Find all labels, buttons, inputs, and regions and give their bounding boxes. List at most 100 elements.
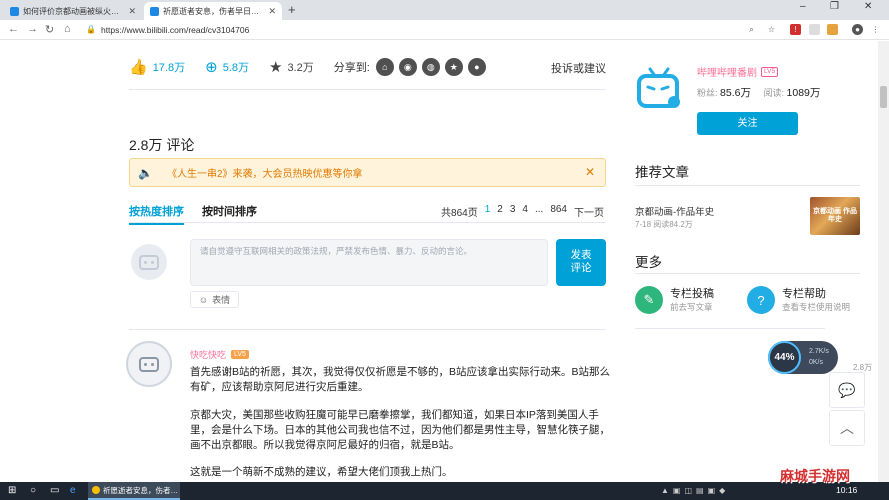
reload-icon[interactable]: ↻: [45, 23, 54, 36]
new-tab-button[interactable]: +: [288, 2, 296, 17]
like-button[interactable]: 👍 17.8万: [129, 58, 185, 76]
edge-icon[interactable]: e: [70, 485, 76, 496]
divider: [635, 185, 860, 186]
share-dynamic-icon[interactable]: ⌂: [375, 58, 394, 76]
pencil-icon: ✎: [635, 286, 663, 314]
up-stats: 粉丝: 85.6万 阅读: 1089万: [697, 85, 830, 100]
divider: [635, 328, 825, 329]
more-heading: 更多: [635, 255, 662, 270]
page-link[interactable]: 4: [522, 204, 528, 219]
follow-button[interactable]: 关注: [697, 112, 798, 135]
emoji-button[interactable]: ☺ 表情: [190, 291, 239, 308]
close-tab-icon[interactable]: ✕: [268, 6, 276, 17]
comment-sort-tabs: 按热度排序 按时间排序 共864页 1 2 3 4 ... 864 下一页: [129, 203, 606, 225]
page-link[interactable]: 1: [485, 204, 491, 219]
maximize-button[interactable]: ❐: [830, 1, 839, 12]
coin-button[interactable]: ⊕ 5.8万: [205, 58, 249, 76]
browser-toolbar: ← → ↻ ⌂ 🔒 https://www.bilibili.com/read/…: [0, 20, 889, 40]
browser-tab-active[interactable]: 祈愿逝者安息，伤者早日康复 - 哔… ✕: [144, 2, 282, 20]
page-link[interactable]: 3: [510, 204, 516, 219]
comment-input[interactable]: 请自觉遵守互联网相关的政策法规，严禁发布色情、暴力、反动的言论。: [190, 239, 548, 286]
like-count: 17.8万: [152, 62, 186, 74]
page-link[interactable]: 864: [550, 204, 567, 219]
tv-icon: [139, 254, 159, 270]
comment-icon: 💬: [838, 381, 856, 398]
send-comment-button[interactable]: 发表 评论: [556, 239, 606, 286]
page-link[interactable]: 2: [497, 204, 503, 219]
page-scrollbar[interactable]: [878, 41, 889, 482]
bookmark-star-icon[interactable]: ☆: [766, 24, 777, 35]
commenter-name[interactable]: 快吃快吃 LV5: [190, 348, 249, 361]
rec-article-meta: 7-18 阅读84.2万: [635, 220, 693, 229]
home-icon[interactable]: ⌂: [64, 23, 71, 35]
browser-tab-inactive[interactable]: 如何评价京都动画被纵火后B站出… ✕: [4, 2, 142, 20]
complaint-link[interactable]: 投诉或建议: [551, 60, 606, 76]
menu-icon[interactable]: ⋮: [870, 24, 881, 35]
speaker-icon: 🔈: [138, 165, 153, 180]
favorite-button[interactable]: ★ 3.2万: [269, 58, 314, 76]
windows-start-icon[interactable]: ⊞: [8, 485, 16, 496]
url-text: https://www.bilibili.com/read/cv3104706: [100, 24, 250, 35]
address-bar[interactable]: 🔒 https://www.bilibili.com/read/cv310470…: [86, 22, 736, 37]
back-to-top-button[interactable]: ︿: [829, 410, 865, 446]
commenter-avatar[interactable]: [126, 341, 172, 387]
profile-icon[interactable]: ●: [852, 24, 863, 35]
share-qq-icon[interactable]: ●: [467, 58, 486, 76]
windows-taskbar: ⊞ ○ ▭ e 祈愿逝者安息，伤者… ▲▣◫▤▣◆ 10:16: [0, 482, 889, 500]
recommend-heading: 推荐文章: [635, 165, 689, 180]
comment-float-button[interactable]: 💬: [829, 372, 865, 408]
extension-icon[interactable]: !: [790, 24, 801, 35]
notice-text[interactable]: 《人生一串2》来袭，大会员热映优惠等你拿: [167, 165, 363, 180]
chevron-up-icon: ︿: [840, 420, 854, 436]
total-pages: 共864页: [441, 208, 478, 219]
clock[interactable]: 10:16: [836, 485, 857, 495]
notice-banner[interactable]: 🔈 《人生一串2》来袭，大会员热映优惠等你拿 ✕: [129, 158, 606, 187]
submit-article-link[interactable]: ✎ 专栏投稿 前去写文章: [635, 286, 714, 314]
help-link[interactable]: ? 专栏帮助 查看专栏使用说明: [747, 286, 850, 314]
chrome-icon: [92, 486, 100, 494]
forward-icon[interactable]: →: [27, 23, 38, 35]
extension-icon[interactable]: [809, 24, 820, 35]
reads-label: 阅读:: [763, 88, 784, 98]
close-tab-icon[interactable]: ✕: [128, 6, 136, 17]
coin-count: 5.8万: [222, 62, 249, 74]
close-window-button[interactable]: ✕: [864, 1, 872, 12]
tab-title: 如何评价京都动画被纵火后B站出…: [23, 6, 125, 16]
rec-article-title[interactable]: 京都动画-作品年史: [635, 204, 714, 218]
task-label: 祈愿逝者安息，伤者…: [103, 485, 178, 495]
share-wechat-icon[interactable]: ◍: [421, 58, 440, 76]
next-page-link[interactable]: 下一页: [574, 204, 604, 219]
up-name[interactable]: 哔哩哔哩番剧 LV5: [697, 64, 779, 79]
minimize-button[interactable]: –: [800, 1, 806, 12]
back-icon[interactable]: ←: [8, 23, 19, 35]
browser-tab-strip: 如何评价京都动画被纵火后B站出… ✕ 祈愿逝者安息，伤者早日康复 - 哔… ✕ …: [0, 0, 889, 20]
divider: [129, 89, 606, 90]
share-qzone-icon[interactable]: ★: [444, 58, 463, 76]
send-label: 评论: [570, 262, 592, 274]
zoom-icon[interactable]: ⌕: [746, 24, 757, 35]
speed-percent: 44%: [768, 341, 801, 374]
share-weibo-icon[interactable]: ◉: [398, 58, 417, 76]
favorite-count: 3.2万: [287, 62, 314, 74]
coin-icon: ⊕: [205, 59, 218, 76]
network-speed-widget[interactable]: 44% 2.7K/s 0K/s: [768, 341, 838, 374]
taskbar-browser-task[interactable]: 祈愿逝者安息，伤者…: [88, 482, 180, 500]
tab-sort-time[interactable]: 按时间排序: [202, 203, 257, 219]
close-notice-icon[interactable]: ✕: [585, 165, 595, 179]
watermark-text: 麻城手游网: [780, 468, 850, 484]
lock-icon: 🔒: [86, 25, 96, 34]
more-item-sub: 查看专栏使用说明: [782, 302, 851, 312]
task-view-icon[interactable]: ▭: [50, 485, 59, 496]
system-tray-icons[interactable]: ▲▣◫▤▣◆: [661, 486, 729, 495]
comment-paragraph: 首先感谢B站的祈愿，其次，我觉得仅仅祈愿是不够的，B站应该拿出实际行动来。B站那…: [190, 366, 611, 393]
scrollbar-thumb[interactable]: [880, 86, 887, 108]
bilibili-favicon-icon: [10, 6, 19, 16]
rec-article-thumbnail[interactable]: 京都动画 作品年史: [810, 197, 860, 235]
search-icon[interactable]: ○: [30, 485, 36, 496]
up-username[interactable]: 哔哩哔哩番剧: [697, 64, 757, 79]
fans-count: 85.6万: [720, 87, 751, 99]
extension-icon[interactable]: [827, 24, 838, 35]
more-item-sub: 前去写文章: [670, 302, 713, 312]
bilibili-tv-logo-icon[interactable]: [636, 67, 682, 111]
commenter-username[interactable]: 快吃快吃: [190, 348, 226, 361]
